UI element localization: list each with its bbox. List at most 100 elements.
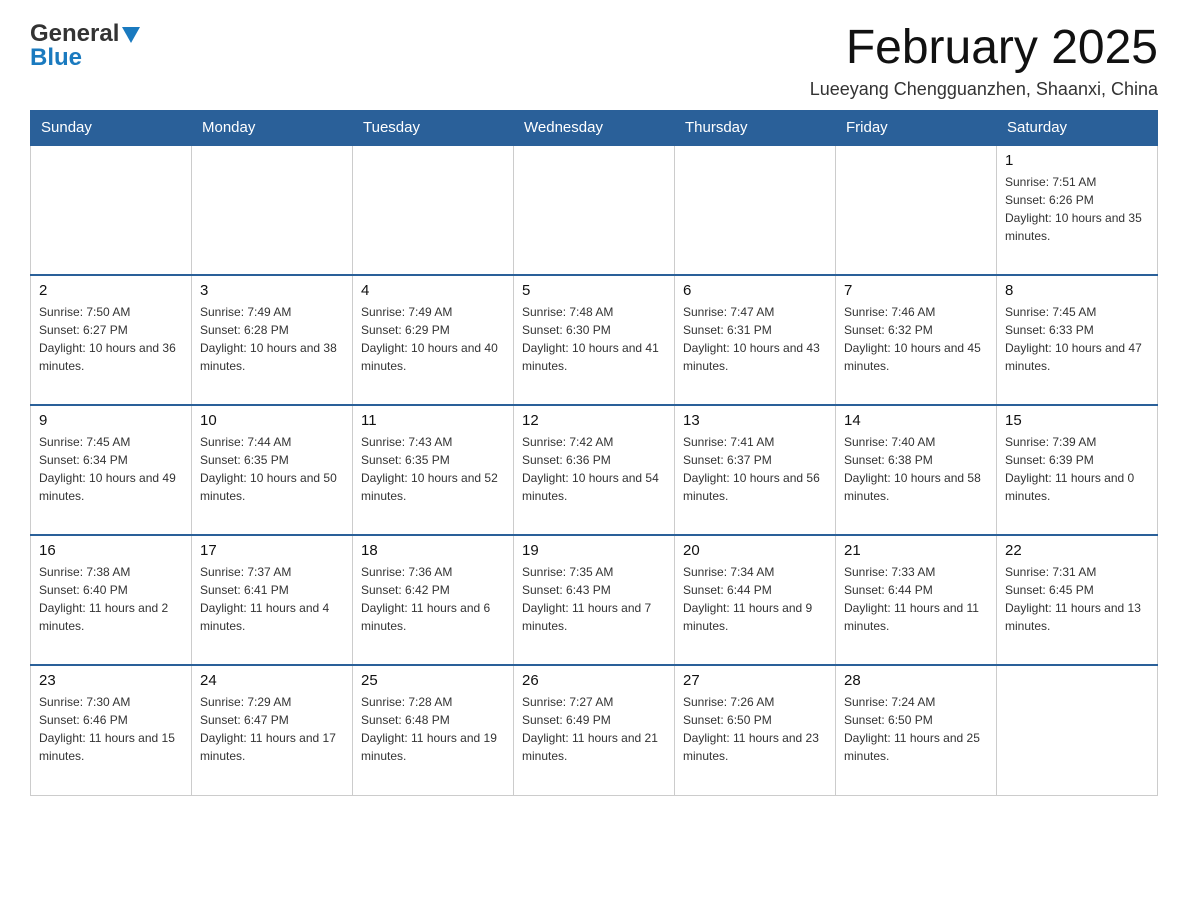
calendar-week-row: 16 Sunrise: 7:38 AM Sunset: 6:40 PM Dayli… — [31, 535, 1158, 665]
day-number: 4 — [361, 282, 505, 299]
day-number: 26 — [522, 672, 666, 689]
table-row: 23Sunrise: 7:30 AM Sunset: 6:46 PM Dayli… — [31, 665, 192, 795]
table-row: 3 Sunrise: 7:49 AM Sunset: 6:28 PM Daylig… — [192, 275, 353, 405]
day-number: 9 — [39, 412, 183, 429]
calendar-subtitle: Lueeyang Chengguanzhen, Shaanxi, China — [810, 79, 1158, 100]
header-sunday: Sunday — [31, 111, 192, 146]
logo-arrow-icon — [122, 27, 140, 43]
day-info: Sunrise: 7:26 AM Sunset: 6:50 PM Dayligh… — [683, 693, 827, 765]
day-info: Sunrise: 7:39 AM Sunset: 6:39 PM Dayligh… — [1005, 433, 1149, 505]
day-info: Sunrise: 7:48 AM Sunset: 6:30 PM Dayligh… — [522, 303, 666, 375]
table-row: 5 Sunrise: 7:48 AM Sunset: 6:30 PM Daylig… — [514, 275, 675, 405]
day-number: 12 — [522, 412, 666, 429]
day-info: Sunrise: 7:41 AM Sunset: 6:37 PM Dayligh… — [683, 433, 827, 505]
day-number: 16 — [39, 542, 183, 559]
day-number: 6 — [683, 282, 827, 299]
table-row — [192, 145, 353, 275]
table-row: 22 Sunrise: 7:31 AM Sunset: 6:45 PM Dayli… — [997, 535, 1158, 665]
day-number: 20 — [683, 542, 827, 559]
day-number: 10 — [200, 412, 344, 429]
table-row — [31, 145, 192, 275]
day-number: 21 — [844, 542, 988, 559]
day-number: 22 — [1005, 542, 1149, 559]
table-row — [836, 145, 997, 275]
table-row: 19 Sunrise: 7:35 AM Sunset: 6:43 PM Dayli… — [514, 535, 675, 665]
day-number: 23 — [39, 672, 183, 689]
table-row: 12Sunrise: 7:42 AM Sunset: 6:36 PM Dayli… — [514, 405, 675, 535]
table-row — [997, 665, 1158, 795]
day-info: Sunrise: 7:51 AM Sunset: 6:26 PM Dayligh… — [1005, 173, 1149, 245]
calendar-title: February 2025 — [810, 20, 1158, 75]
table-row: 21 Sunrise: 7:33 AM Sunset: 6:44 PM Dayli… — [836, 535, 997, 665]
table-row: 6Sunrise: 7:47 AM Sunset: 6:31 PM Daylig… — [675, 275, 836, 405]
header-thursday: Thursday — [675, 111, 836, 146]
day-number: 8 — [1005, 282, 1149, 299]
day-number: 24 — [200, 672, 344, 689]
day-number: 14 — [844, 412, 988, 429]
header-saturday: Saturday — [997, 111, 1158, 146]
table-row — [675, 145, 836, 275]
day-info: Sunrise: 7:43 AM Sunset: 6:35 PM Dayligh… — [361, 433, 505, 505]
day-info: Sunrise: 7:24 AM Sunset: 6:50 PM Dayligh… — [844, 693, 988, 765]
table-row: 20 Sunrise: 7:34 AM Sunset: 6:44 PM Dayli… — [675, 535, 836, 665]
day-info: Sunrise: 7:37 AM Sunset: 6:41 PM Dayligh… — [200, 563, 344, 635]
calendar-week-row: 2Sunrise: 7:50 AM Sunset: 6:27 PM Daylig… — [31, 275, 1158, 405]
table-row: 26Sunrise: 7:27 AM Sunset: 6:49 PM Dayli… — [514, 665, 675, 795]
day-info: Sunrise: 7:35 AM Sunset: 6:43 PM Dayligh… — [522, 563, 666, 635]
day-info: Sunrise: 7:38 AM Sunset: 6:40 PM Dayligh… — [39, 563, 183, 635]
day-number: 27 — [683, 672, 827, 689]
day-info: Sunrise: 7:49 AM Sunset: 6:29 PM Dayligh… — [361, 303, 505, 375]
day-info: Sunrise: 7:46 AM Sunset: 6:32 PM Dayligh… — [844, 303, 988, 375]
table-row: 4 Sunrise: 7:49 AM Sunset: 6:29 PM Daylig… — [353, 275, 514, 405]
day-info: Sunrise: 7:45 AM Sunset: 6:34 PM Dayligh… — [39, 433, 183, 505]
header-monday: Monday — [192, 111, 353, 146]
day-info: Sunrise: 7:28 AM Sunset: 6:48 PM Dayligh… — [361, 693, 505, 765]
table-row: 2Sunrise: 7:50 AM Sunset: 6:27 PM Daylig… — [31, 275, 192, 405]
calendar-week-row: 1 Sunrise: 7:51 AM Sunset: 6:26 PM Daylig… — [31, 145, 1158, 275]
table-row: 10 Sunrise: 7:44 AM Sunset: 6:35 PM Dayli… — [192, 405, 353, 535]
day-info: Sunrise: 7:45 AM Sunset: 6:33 PM Dayligh… — [1005, 303, 1149, 375]
table-row: 28 Sunrise: 7:24 AM Sunset: 6:50 PM Dayli… — [836, 665, 997, 795]
day-number: 7 — [844, 282, 988, 299]
day-number: 19 — [522, 542, 666, 559]
logo-blue-text: Blue — [30, 44, 82, 72]
table-row: 18Sunrise: 7:36 AM Sunset: 6:42 PM Dayli… — [353, 535, 514, 665]
day-info: Sunrise: 7:49 AM Sunset: 6:28 PM Dayligh… — [200, 303, 344, 375]
day-number: 15 — [1005, 412, 1149, 429]
day-info: Sunrise: 7:50 AM Sunset: 6:27 PM Dayligh… — [39, 303, 183, 375]
logo: General Blue — [30, 20, 140, 72]
calendar-header-row: Sunday Monday Tuesday Wednesday Thursday… — [31, 111, 1158, 146]
day-number: 18 — [361, 542, 505, 559]
day-info: Sunrise: 7:31 AM Sunset: 6:45 PM Dayligh… — [1005, 563, 1149, 635]
calendar-week-row: 9 Sunrise: 7:45 AM Sunset: 6:34 PM Daylig… — [31, 405, 1158, 535]
table-row: 24 Sunrise: 7:29 AM Sunset: 6:47 PM Dayli… — [192, 665, 353, 795]
table-row — [353, 145, 514, 275]
table-row: 11 Sunrise: 7:43 AM Sunset: 6:35 PM Dayli… — [353, 405, 514, 535]
page-header: General Blue February 2025 Lueeyang Chen… — [30, 20, 1158, 100]
table-row: 27 Sunrise: 7:26 AM Sunset: 6:50 PM Dayli… — [675, 665, 836, 795]
table-row: 15 Sunrise: 7:39 AM Sunset: 6:39 PM Dayli… — [997, 405, 1158, 535]
day-info: Sunrise: 7:34 AM Sunset: 6:44 PM Dayligh… — [683, 563, 827, 635]
calendar-table: Sunday Monday Tuesday Wednesday Thursday… — [30, 110, 1158, 796]
day-number: 1 — [1005, 152, 1149, 169]
day-number: 28 — [844, 672, 988, 689]
header-wednesday: Wednesday — [514, 111, 675, 146]
table-row: 16 Sunrise: 7:38 AM Sunset: 6:40 PM Dayli… — [31, 535, 192, 665]
table-row: 17Sunrise: 7:37 AM Sunset: 6:41 PM Dayli… — [192, 535, 353, 665]
table-row: 9 Sunrise: 7:45 AM Sunset: 6:34 PM Daylig… — [31, 405, 192, 535]
table-row: 14 Sunrise: 7:40 AM Sunset: 6:38 PM Dayli… — [836, 405, 997, 535]
table-row — [514, 145, 675, 275]
day-info: Sunrise: 7:44 AM Sunset: 6:35 PM Dayligh… — [200, 433, 344, 505]
day-info: Sunrise: 7:29 AM Sunset: 6:47 PM Dayligh… — [200, 693, 344, 765]
day-number: 25 — [361, 672, 505, 689]
header-friday: Friday — [836, 111, 997, 146]
day-number: 13 — [683, 412, 827, 429]
table-row: 25 Sunrise: 7:28 AM Sunset: 6:48 PM Dayli… — [353, 665, 514, 795]
day-info: Sunrise: 7:33 AM Sunset: 6:44 PM Dayligh… — [844, 563, 988, 635]
calendar-week-row: 23Sunrise: 7:30 AM Sunset: 6:46 PM Dayli… — [31, 665, 1158, 795]
day-number: 5 — [522, 282, 666, 299]
day-info: Sunrise: 7:40 AM Sunset: 6:38 PM Dayligh… — [844, 433, 988, 505]
day-number: 3 — [200, 282, 344, 299]
day-number: 11 — [361, 412, 505, 429]
title-section: February 2025 Lueeyang Chengguanzhen, Sh… — [810, 20, 1158, 100]
